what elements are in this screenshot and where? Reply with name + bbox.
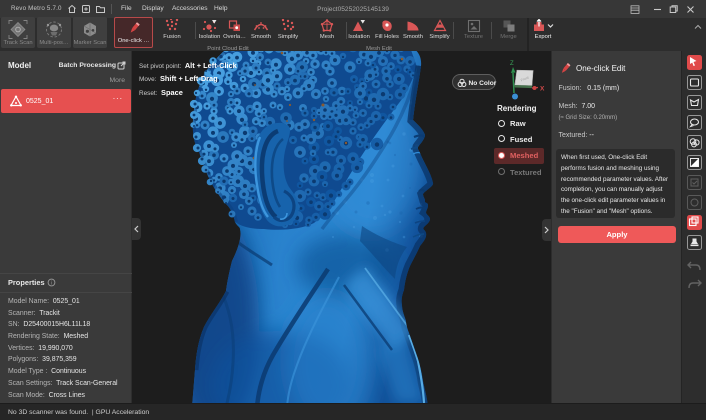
svg-text:i: i	[51, 280, 52, 286]
svg-text:Z: Z	[510, 61, 514, 67]
svg-text:X: X	[540, 86, 545, 93]
